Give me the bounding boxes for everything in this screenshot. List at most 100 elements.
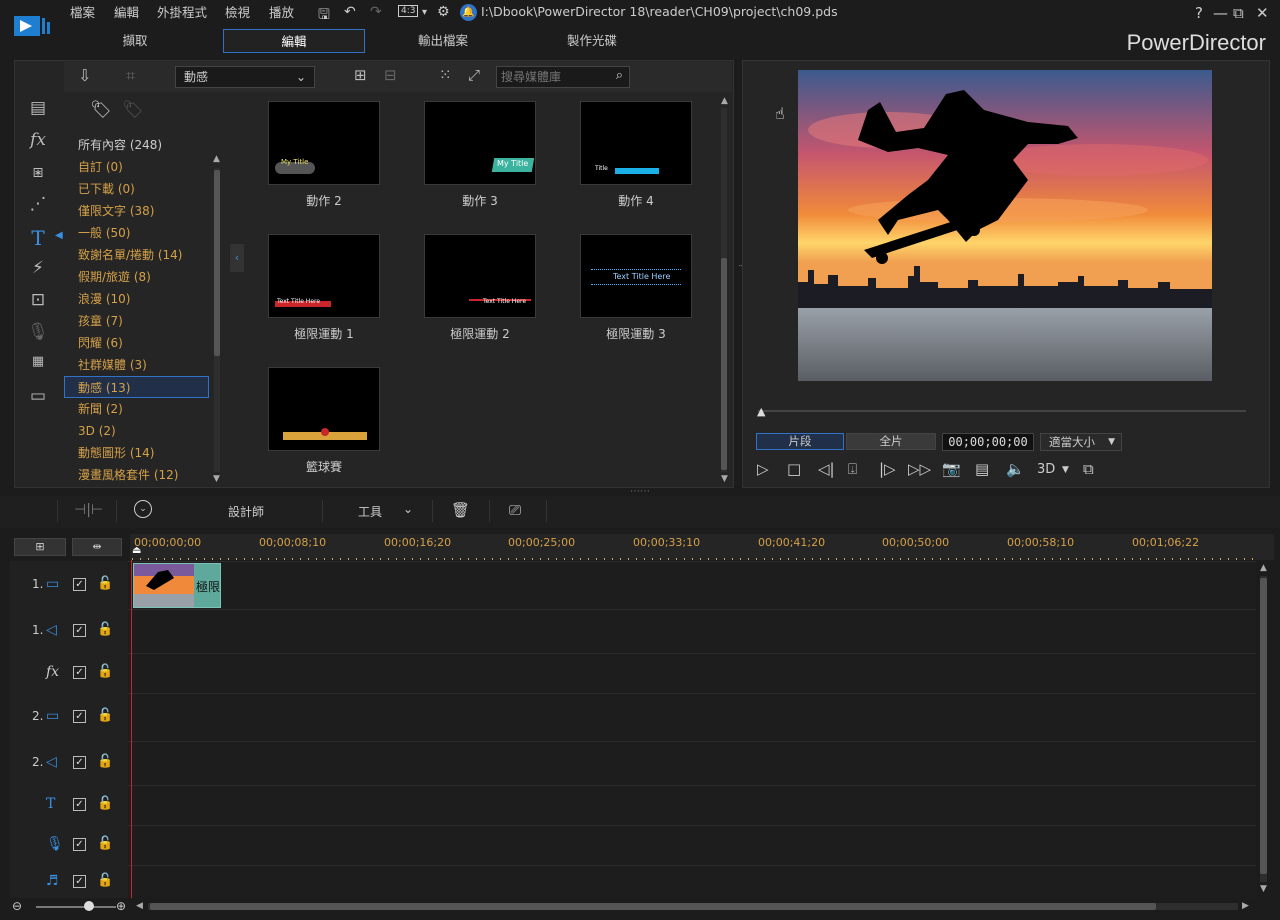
zoom-fit-dropdown[interactable]: 適當大小 ▼ (1040, 433, 1122, 451)
track-enable-checkbox[interactable]: ✓ (73, 624, 86, 637)
close-button[interactable]: ✕ (1256, 4, 1269, 22)
track-enable-checkbox[interactable]: ✓ (73, 798, 86, 811)
track-enable-checkbox[interactable]: ✓ (73, 666, 86, 679)
next-frame-icon[interactable]: |▷ (879, 460, 896, 478)
scrubber-thumb-icon[interactable]: ▲ (757, 405, 765, 418)
scroll-down-icon[interactable]: ▼ (1260, 884, 1267, 894)
scroll-up-icon[interactable]: ▲ (721, 96, 728, 106)
lock-icon[interactable]: 🔓 (97, 836, 113, 851)
scroll-left-icon[interactable]: ◀ (136, 901, 143, 911)
aspect-ratio-button[interactable]: 4:3 (398, 5, 419, 17)
title-template-thumb[interactable]: Text Title Here (424, 234, 536, 318)
transition-room-icon[interactable]: ⚡ (26, 258, 50, 280)
timeline-track[interactable] (10, 693, 1256, 741)
preview-frame[interactable] (798, 70, 1212, 381)
redo-icon[interactable]: ↷ (370, 4, 382, 20)
category-item[interactable]: 浪漫 (10) (68, 288, 212, 310)
fit-timeline-button[interactable]: ⇹ (72, 538, 122, 556)
tab-produce[interactable]: 輸出檔案 (372, 29, 514, 53)
menu-file[interactable]: 檔案 (70, 2, 95, 21)
notification-icon[interactable]: 🔔 (460, 4, 477, 21)
track-enable-checkbox[interactable]: ✓ (73, 578, 86, 591)
lock-icon[interactable]: 🔓 (97, 754, 113, 769)
title-template-thumb[interactable]: Text Title Here (268, 234, 380, 318)
category-item[interactable]: 新聞 (2) (68, 398, 212, 420)
track-manager-button[interactable]: ⊞ (14, 538, 66, 556)
track-enable-checkbox[interactable]: ✓ (73, 875, 86, 888)
track-enable-checkbox[interactable]: ✓ (73, 838, 86, 851)
category-item-selected[interactable]: 動感 (13) (64, 376, 209, 398)
title-template-thumb[interactable]: Text Title Here (580, 234, 692, 318)
fast-forward-icon[interactable]: ▷▷ (908, 460, 931, 478)
title-template-thumb[interactable]: My Title (268, 101, 380, 185)
menu-view[interactable]: 檢視 (225, 2, 250, 21)
fx-room-icon[interactable]: fx (26, 130, 50, 152)
stop-icon[interactable]: □ (787, 460, 801, 478)
zoom-out-icon[interactable]: ⊖ (12, 899, 22, 913)
chapter-room-icon[interactable]: ▦ (26, 354, 50, 376)
subtitle-room-icon[interactable]: ▭ (26, 386, 50, 408)
add-title-icon[interactable]: ⊞ (354, 66, 367, 84)
undock-icon[interactable]: ⧉ (1083, 460, 1094, 478)
category-scroll-thumb[interactable] (214, 170, 220, 356)
chevron-down-icon[interactable]: ⌄ (403, 502, 413, 516)
timeline-track[interactable] (10, 865, 1256, 898)
category-item[interactable]: 一般 (50) (68, 222, 212, 244)
volume-icon[interactable]: 🔈 (1006, 460, 1025, 478)
split-icon[interactable]: ⊣|⊢ (74, 502, 103, 518)
scroll-up-icon[interactable]: ▲ (213, 154, 220, 164)
timeline-track[interactable] (10, 653, 1256, 693)
tab-capture[interactable]: 擷取 (64, 29, 206, 53)
help-button[interactable]: ? (1195, 4, 1203, 22)
title-template-thumb[interactable] (268, 367, 380, 451)
designer-button[interactable]: 設計師 (228, 503, 264, 520)
undo-icon[interactable]: ↶ (344, 4, 356, 20)
timeline-track[interactable] (10, 785, 1256, 825)
title-template-thumb[interactable]: Title (580, 101, 692, 185)
timeline-hscroll-thumb[interactable] (150, 903, 1156, 910)
tab-edit[interactable]: 編輯 (223, 29, 365, 53)
zoom-in-icon[interactable]: ⊕ (116, 899, 126, 913)
lock-icon[interactable]: 🔓 (97, 622, 113, 637)
gear-icon[interactable]: ⚙ (437, 4, 450, 20)
zoom-slider[interactable] (36, 906, 116, 908)
category-item[interactable]: 3D (2) (68, 420, 212, 442)
restore-button[interactable]: ⧉ (1233, 4, 1244, 22)
category-item[interactable]: 漫畫風格套件 (12) (68, 464, 212, 486)
snapshot-icon[interactable]: 📷 (942, 460, 961, 478)
voiceover-room-icon[interactable]: 🎙 (26, 322, 50, 344)
scroll-down-icon[interactable]: ▼ (213, 474, 220, 484)
timeline-track[interactable] (10, 825, 1256, 865)
timeline-clip[interactable]: 極限 (133, 563, 221, 608)
timeline-vscroll-thumb[interactable] (1260, 578, 1267, 874)
preview-scrubber-track[interactable] (758, 410, 1246, 412)
category-item[interactable]: 致謝名單/捲動 (14) (68, 244, 212, 266)
remove-tag-icon[interactable]: 🏷 (122, 100, 144, 120)
media-room-icon[interactable]: ▤ (26, 98, 50, 120)
lock-icon[interactable]: 🔓 (97, 708, 113, 723)
caret-down-icon[interactable]: ▼ (1062, 465, 1069, 475)
search-icon[interactable]: ⌕ (616, 68, 623, 83)
track-enable-checkbox[interactable]: ✓ (73, 756, 86, 769)
lock-icon[interactable]: 🔓 (97, 576, 113, 591)
category-item[interactable]: 假期/旅遊 (8) (68, 266, 212, 288)
3d-mode-button[interactable]: 3D (1037, 462, 1055, 477)
tab-create-disc[interactable]: 製作光碟 (521, 29, 663, 53)
plugins-icon[interactable]: ⌗ (126, 66, 135, 86)
audio-mixing-room-icon[interactable]: ⊡ (26, 290, 50, 312)
menu-edit[interactable]: 編輯 (114, 2, 139, 21)
lock-icon[interactable]: 🔓 (97, 796, 113, 811)
play-icon[interactable]: ▷ (757, 460, 769, 478)
title-room-icon[interactable]: T (26, 226, 50, 250)
category-item[interactable]: 閃耀 (6) (68, 332, 212, 354)
particle-room-icon[interactable]: ⋰ (26, 194, 50, 216)
manage-tracks-icon[interactable]: ⎚ (509, 501, 521, 519)
modify-title-icon[interactable]: ⊟ (384, 66, 397, 84)
category-item[interactable]: 動態圖形 (14) (68, 442, 212, 464)
import-media-icon[interactable]: ⇩ (78, 66, 91, 85)
lock-icon[interactable]: 🔓 (97, 664, 113, 679)
timeline-track[interactable] (10, 741, 1256, 785)
pip-room-icon[interactable]: ⧆ (26, 162, 50, 184)
expand-icon[interactable]: ⤢ (468, 66, 480, 84)
category-item[interactable]: 社群媒體 (3) (68, 354, 212, 376)
